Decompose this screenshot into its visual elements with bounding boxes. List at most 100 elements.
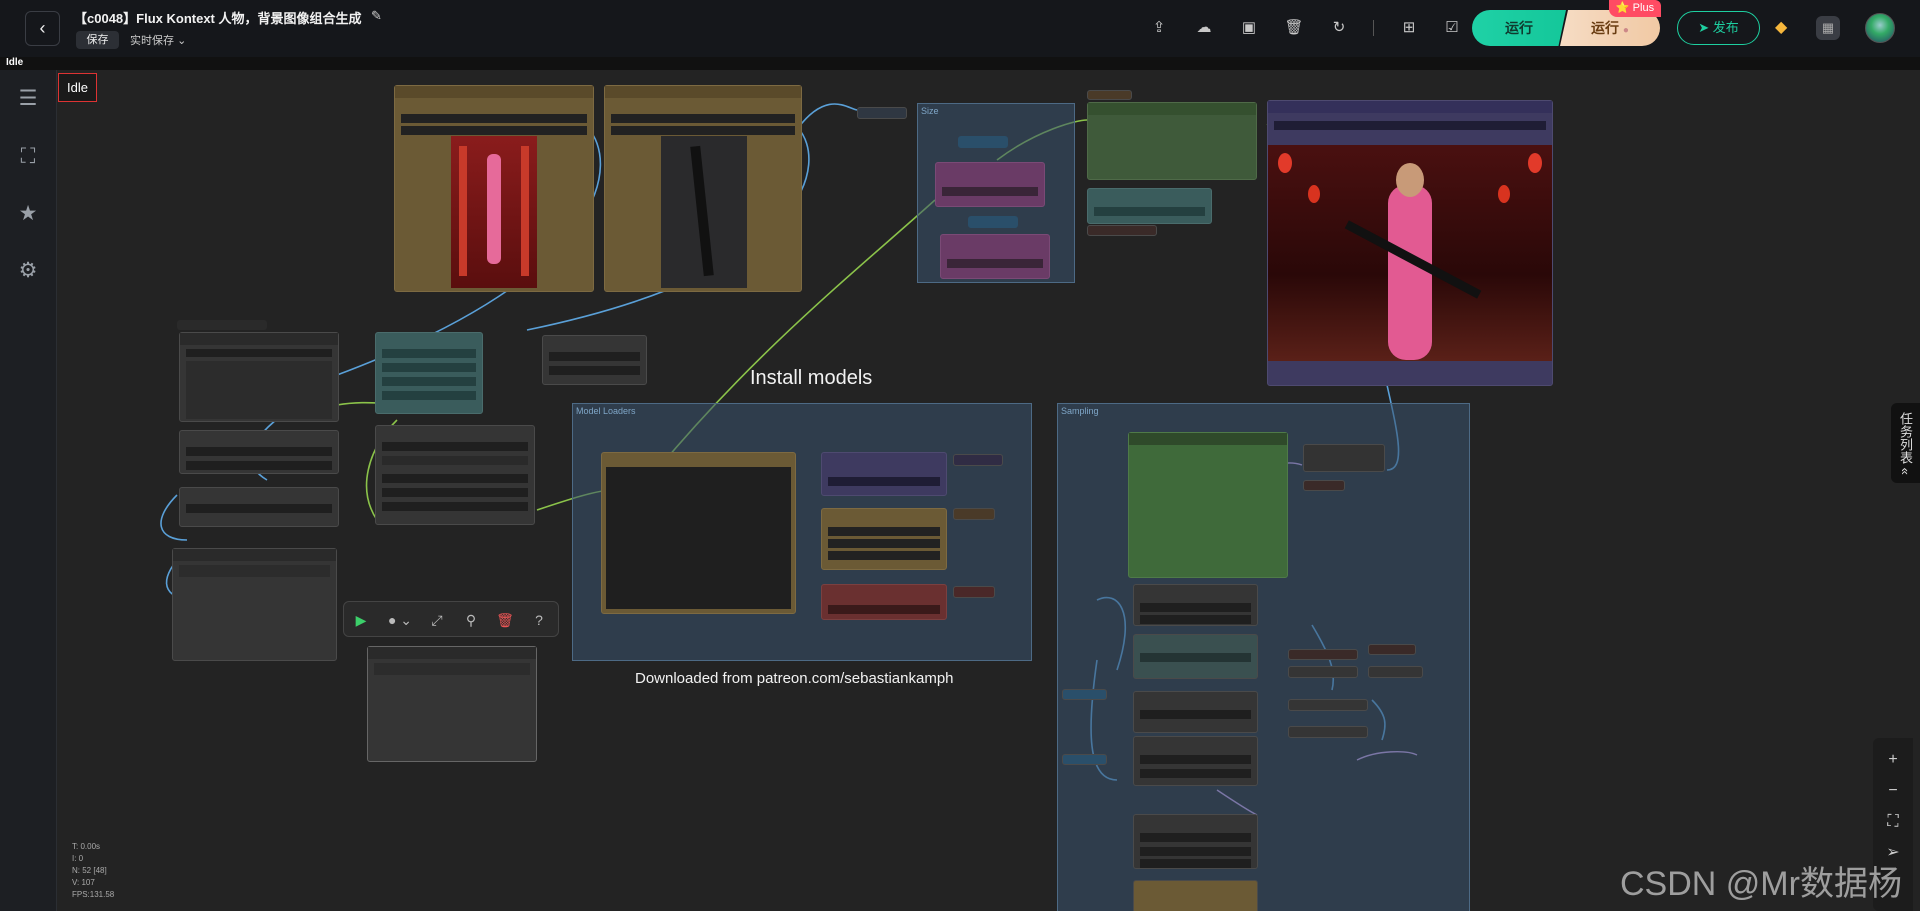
image-stitch-node[interactable] [179,487,339,527]
preview-image-node[interactable] [172,548,337,661]
autosave-label: 实时保存 [130,35,174,47]
selected-node[interactable] [367,646,537,762]
trash-icon[interactable]: 🗑 [1283,17,1305,39]
back-button[interactable]: ‹ [25,11,60,46]
autosave-dropdown[interactable]: 实时保存 ⌄ [130,32,186,48]
vae-loader-node[interactable] [821,584,947,620]
flux-guidance-node[interactable] [375,332,483,414]
download-note: Downloaded from patreon.com/sebastiankam… [635,670,954,687]
avatar[interactable] [1865,13,1895,43]
clip-text-encode-node[interactable] [179,332,339,422]
size-int-node[interactable] [958,136,1008,148]
sampler-sub-node-2[interactable] [1133,634,1258,679]
sampler-sub-node-6[interactable] [1133,880,1258,911]
grid-icon[interactable]: ⊞ [1398,17,1420,39]
help-icon[interactable]: ? [530,611,548,629]
pin-icon[interactable]: ⚲ [462,611,480,629]
mini-node-6[interactable] [1303,480,1345,491]
gem-icon[interactable]: ◆ [1775,17,1787,37]
star-icon[interactable]: ★ [14,200,42,228]
mini-node[interactable] [1087,90,1132,100]
status-strip [0,57,1920,70]
sampler-sub-node-4[interactable] [1133,736,1258,786]
sampler-sub-node-3[interactable] [1133,691,1258,733]
stat-fps: FPS:131.58 [72,890,115,899]
ksampler-node[interactable] [1128,432,1288,578]
small-output-node[interactable] [857,107,907,119]
sampling-group-label: Sampling [1061,406,1099,416]
top-bar: ‹ 【c0048】Flux Kontext 人物，背景图像组合生成 ✎ 保存 实… [0,0,1920,57]
conditioning-node[interactable] [179,430,339,474]
dual-clip-loader-node[interactable] [821,452,947,496]
save-image-node[interactable] [1267,100,1553,386]
bypass-icon[interactable]: ⤢ [428,611,446,629]
settings-gear-icon[interactable]: ⚙ [14,257,42,285]
mini-node-2[interactable] [1087,225,1157,236]
load-image-node-person[interactable] [394,85,594,292]
mini-node-12[interactable] [1288,726,1368,738]
zoom-in-icon[interactable]: + [1883,750,1903,770]
app-icon[interactable]: ▦ [1816,16,1840,40]
image-icon[interactable]: ▣ [1238,17,1260,39]
checklist-icon[interactable]: ☑ [1441,17,1463,39]
publish-button[interactable]: ➤ 发布 [1677,11,1760,45]
canvas-stats: T: 0.00s I: 0 N: 52 [48] V: 107 FPS:131.… [72,841,114,901]
sampler-sub-node-5[interactable] [1133,814,1258,869]
hierarchy-icon[interactable]: ⛶ [14,143,42,171]
mini-node-10[interactable] [1368,666,1423,678]
load-image-node-rifle[interactable] [604,85,802,292]
vae-encode-node[interactable] [1087,102,1257,180]
refresh-icon[interactable]: ↻ [1328,17,1350,39]
status-strip-label: Idle [6,57,24,68]
color-picker-icon[interactable]: ● ⌄ [386,611,414,629]
seed-node[interactable] [1303,444,1385,472]
mini-node-7[interactable] [1288,649,1358,660]
run-plus-label: 运行 [1591,20,1620,36]
mini-node-11[interactable] [1288,699,1368,711]
node-title-bar [177,320,267,330]
mini-node-9[interactable] [1288,666,1358,678]
left-sidebar: ☰ ⛶ ★ ⚙ [0,70,57,911]
document-list-icon[interactable]: ☰ [14,85,42,113]
image-resize-node[interactable] [542,335,647,385]
chevron-left-icon: ‹ [39,18,46,38]
info-icon: ● [1622,25,1629,36]
reference-latent-node[interactable] [1087,188,1212,224]
size-int-node-2[interactable] [968,216,1018,228]
install-models-note: Install models [750,367,873,389]
pencil-icon[interactable]: ✎ [371,8,382,24]
cloud-download-icon[interactable]: ☁ [1193,17,1215,39]
mini-node-8[interactable] [1368,644,1416,655]
sampler-sub-node-1[interactable] [1133,584,1258,626]
mini-node-3[interactable] [953,454,1003,466]
toolbar-divider [1373,20,1374,36]
stat-nodes: N: 52 [48] [72,866,107,875]
lora-loader-node[interactable] [821,508,947,570]
run-button[interactable]: 运行 [1472,10,1566,46]
unet-loader-node[interactable] [601,452,796,614]
node-canvas[interactable]: Idle Size Install models Model Loaders D… [57,70,1920,911]
size-primitive-node-1[interactable] [935,162,1045,207]
size-group[interactable]: Size [917,103,1075,283]
stat-time: T: 0.00s [72,842,101,851]
task-list-tab[interactable]: 任务列表 « [1891,403,1920,483]
upload-icon[interactable]: ⇪ [1148,17,1170,39]
size-primitive-node-2[interactable] [940,234,1050,279]
int-node-a[interactable] [1062,689,1107,700]
play-icon[interactable]: ▶ [352,611,370,629]
int-node-b[interactable] [1062,754,1107,765]
rifle-image-thumbnail [661,136,747,288]
send-icon: ➤ [1698,20,1710,35]
delete-icon[interactable]: 🗑 [496,611,514,629]
save-button[interactable]: 保存 [76,31,119,49]
watermark-text: CSDN @Mr数据杨 [1620,865,1902,903]
model-loaders-group[interactable]: Model Loaders [572,403,1032,661]
mini-node-5[interactable] [953,586,995,598]
fit-view-icon[interactable]: ⛶ [1883,812,1903,832]
conditioning-combine-node[interactable] [375,425,535,525]
zoom-out-icon[interactable]: − [1883,781,1903,801]
output-image [1268,145,1552,361]
chevron-down-icon: ⌄ [177,35,187,47]
mini-node-4[interactable] [953,508,995,520]
sampling-group[interactable]: Sampling [1057,403,1470,911]
